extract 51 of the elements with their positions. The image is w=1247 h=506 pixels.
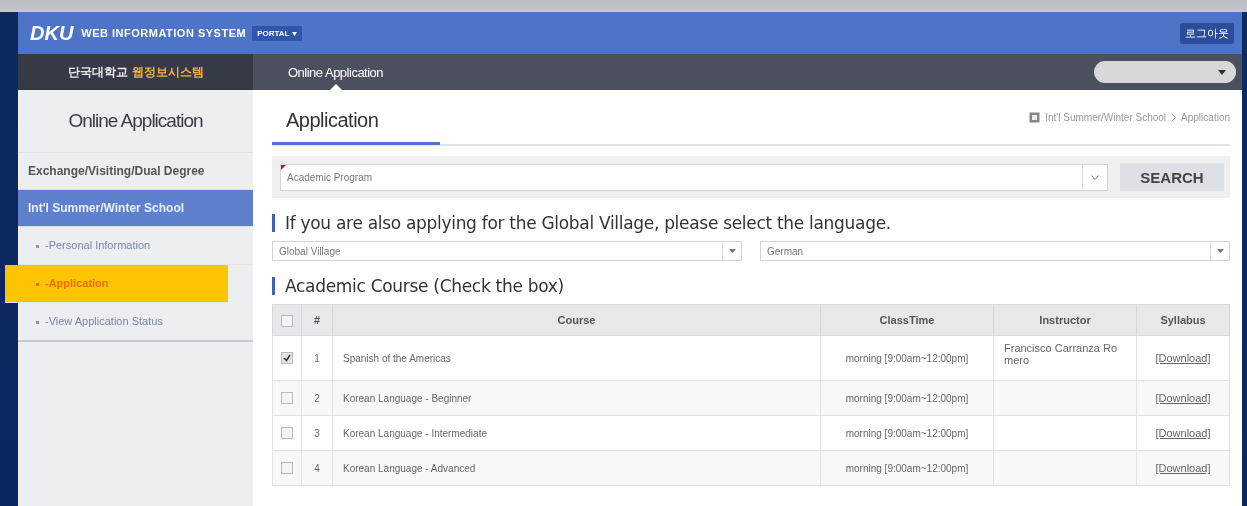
brand-title: 단국대학교 웹정보시스템 [18, 54, 253, 90]
caret-icon [1216, 249, 1224, 253]
search-button[interactable]: SEARCH [1120, 163, 1224, 191]
table-cell: morning [9:00am~12:00pm] [845, 392, 969, 404]
table-cell: Korean Language - Beginner [343, 392, 472, 404]
download-link[interactable]: [Download] [1155, 462, 1211, 474]
download-link[interactable]: [Download] [1155, 392, 1211, 404]
table-cell: Francisco Carranza Romero [1004, 342, 1118, 366]
language-select[interactable]: German [760, 241, 1230, 261]
row-checkbox[interactable] [281, 352, 293, 365]
table-cell: Korean Language - Intermediate [343, 427, 487, 439]
table-cell: Korean Language - Advanced [343, 462, 476, 474]
program-select[interactable]: Academic Program [280, 163, 1108, 191]
column-header: Course [332, 304, 821, 336]
language-select[interactable]: Global Village [272, 241, 742, 261]
logout-button[interactable]: 로그아웃 [1180, 22, 1234, 44]
column-header: Syllabus [1136, 304, 1230, 336]
page-title: Application [272, 91, 440, 145]
table-cell: morning [9:00am~12:00pm] [845, 427, 969, 439]
table-cell: Spanish of the Americas [343, 352, 451, 364]
table-cell: morning [9:00am~12:00pm] [845, 352, 969, 364]
column-header: Instructor [993, 304, 1137, 336]
caret-icon [728, 249, 736, 253]
nav-tab[interactable]: Online Application [253, 54, 419, 90]
sidebar-item[interactable]: Int'l Summer/Winter School [18, 190, 253, 227]
caret-icon [291, 31, 297, 36]
column-header: ClassTime [820, 304, 994, 336]
column-header: # [301, 304, 333, 336]
breadcrumb-link[interactable]: Application [1181, 111, 1230, 123]
row-checkbox[interactable] [281, 427, 293, 440]
system-name: WEB INFORMATION SYSTEM [81, 27, 247, 39]
home-icon [1029, 111, 1041, 123]
table-cell: 4 [314, 462, 320, 474]
download-link[interactable]: [Download] [1155, 427, 1211, 439]
section-heading: If you are also applying for the Global Village, please select the language. [285, 213, 891, 233]
row-checkbox[interactable] [281, 392, 293, 405]
chevron-down-icon [1091, 174, 1099, 180]
download-link[interactable]: [Download] [1155, 352, 1211, 364]
breadcrumb-link[interactable]: Int'l Summer/Winter School [1045, 111, 1167, 123]
table-cell: 1 [314, 352, 320, 364]
dropdown[interactable] [1094, 61, 1236, 83]
chevron-icon [1171, 112, 1177, 122]
row-checkbox[interactable] [281, 462, 293, 475]
logo: DKU [30, 21, 74, 45]
section-heading: Academic Course (Check the box) [285, 276, 564, 296]
table-cell: 3 [314, 427, 320, 439]
table-cell: 2 [314, 392, 320, 404]
caret-icon [1218, 69, 1226, 75]
select-all-checkbox[interactable] [281, 314, 293, 327]
portal-button[interactable]: PORTAL [252, 25, 302, 41]
table-cell: morning [9:00am~12:00pm] [845, 462, 969, 474]
